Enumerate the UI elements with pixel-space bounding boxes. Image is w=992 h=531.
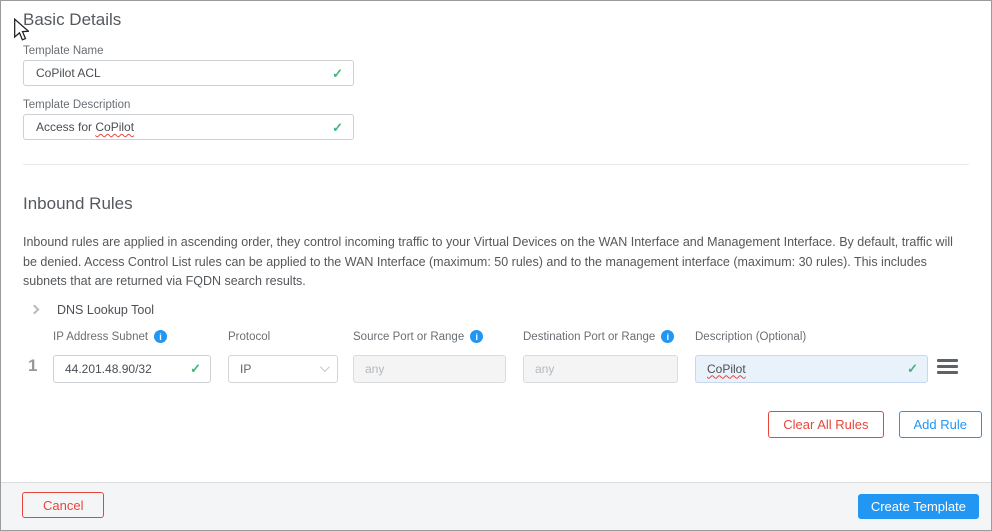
template-description-input[interactable]: Access for CoPilot ✓ bbox=[23, 114, 354, 140]
template-name-label: Template Name bbox=[23, 45, 104, 57]
rule-menu-icon[interactable] bbox=[937, 358, 958, 374]
rule-row: 1 IP Address Subnet i 44.201.48.90/32 ✓ … bbox=[23, 329, 969, 383]
ip-subnet-input[interactable]: 44.201.48.90/32 ✓ bbox=[53, 354, 211, 383]
dns-lookup-toggle[interactable]: DNS Lookup Tool bbox=[23, 301, 154, 319]
ip-subnet-column-label: IP Address Subnet bbox=[53, 330, 149, 343]
clear-all-rules-button[interactable]: Clear All Rules bbox=[768, 410, 884, 438]
column-destination-port: Destination Port or Range i bbox=[523, 329, 678, 383]
check-icon: ✓ bbox=[190, 361, 201, 376]
check-icon: ✓ bbox=[332, 65, 343, 81]
rule-index: 1 bbox=[28, 355, 38, 375]
template-description-value: Access for CoPilot bbox=[36, 120, 135, 134]
protocol-select[interactable]: IP bbox=[228, 354, 338, 383]
source-port-input bbox=[353, 354, 506, 383]
form-content: Basic Details Template Name CoPilot ACL … bbox=[1, 1, 991, 438]
column-ip-subnet: IP Address Subnet i 44.201.48.90/32 ✓ bbox=[53, 329, 211, 383]
spellcheck-flagged-word: CoPilot bbox=[95, 120, 135, 134]
inbound-rules-intro: Inbound rules are applied in ascending o… bbox=[23, 235, 953, 288]
rule-actions: Clear All Rules Add Rule bbox=[23, 410, 982, 438]
source-port-column-label: Source Port or Range bbox=[353, 330, 465, 343]
basic-details-title: Basic Details bbox=[23, 10, 122, 29]
ip-subnet-value: 44.201.48.90/32 bbox=[65, 361, 152, 376]
chevron-right-icon bbox=[29, 304, 40, 315]
template-name-value: CoPilot ACL bbox=[36, 66, 101, 80]
form-footer: Cancel Create Template bbox=[1, 482, 991, 530]
cancel-button[interactable]: Cancel bbox=[22, 492, 105, 518]
column-description: Description (Optional) CoPilot ✓ bbox=[695, 329, 928, 383]
template-name-input[interactable]: CoPilot ACL ✓ bbox=[23, 60, 354, 86]
info-icon[interactable]: i bbox=[661, 330, 675, 343]
template-description-label: Template Description bbox=[23, 99, 131, 111]
info-icon[interactable]: i bbox=[470, 330, 484, 343]
destination-port-input bbox=[523, 354, 678, 383]
protocol-column-label: Protocol bbox=[228, 330, 271, 343]
destination-port-column-label: Destination Port or Range bbox=[523, 330, 656, 343]
protocol-selected-value: IP bbox=[240, 361, 252, 376]
create-template-button[interactable]: Create Template bbox=[857, 494, 979, 519]
column-protocol: Protocol IP bbox=[228, 329, 338, 383]
rule-description-input[interactable]: CoPilot ✓ bbox=[695, 354, 928, 383]
check-icon: ✓ bbox=[907, 361, 918, 376]
rule-description-value: CoPilot bbox=[707, 361, 746, 376]
column-source-port: Source Port or Range i bbox=[353, 329, 506, 383]
dns-lookup-label: DNS Lookup Tool bbox=[57, 302, 155, 317]
info-icon[interactable]: i bbox=[154, 330, 168, 343]
create-template-form: Basic Details Template Name CoPilot ACL … bbox=[0, 0, 992, 531]
inbound-rules-title: Inbound Rules bbox=[23, 194, 133, 213]
add-rule-button[interactable]: Add Rule bbox=[898, 410, 982, 438]
description-column-label: Description (Optional) bbox=[695, 330, 807, 343]
section-divider bbox=[23, 164, 969, 165]
chevron-down-icon bbox=[319, 362, 330, 373]
check-icon: ✓ bbox=[332, 119, 343, 135]
